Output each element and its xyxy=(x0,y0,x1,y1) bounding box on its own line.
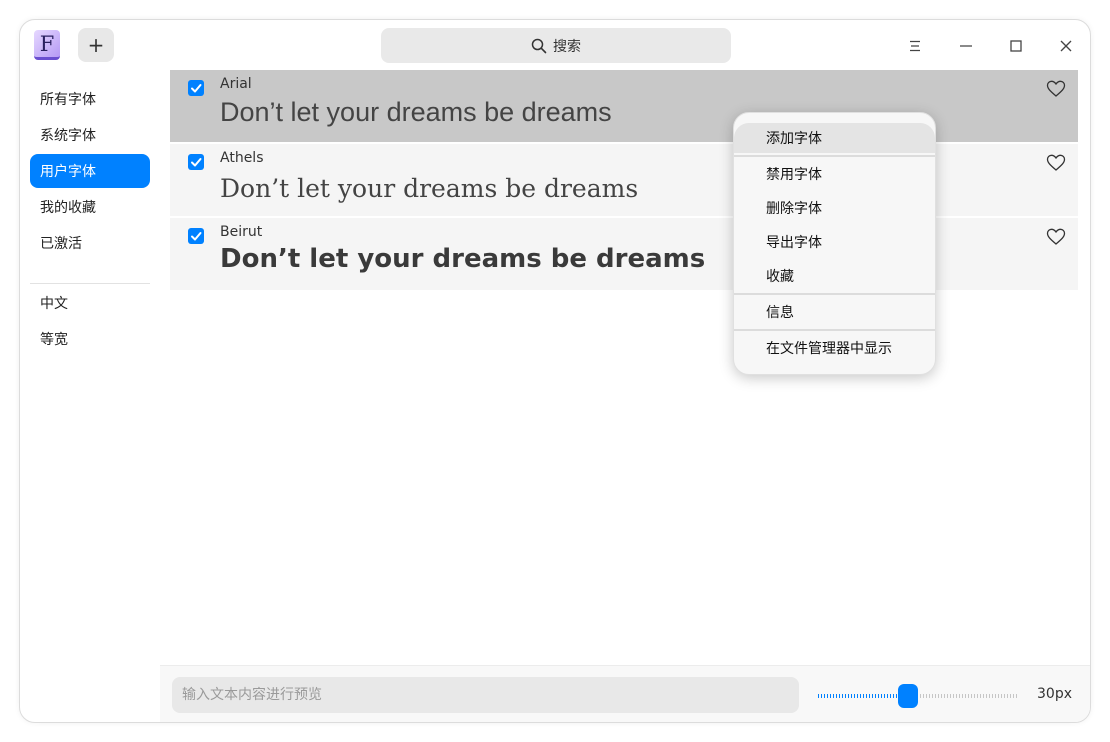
font-preview: Don’t let your dreams be dreams xyxy=(220,174,639,203)
menu-item-label: 删除字体 xyxy=(766,201,822,217)
bottom-bar: 30px xyxy=(160,665,1090,722)
minimize-icon xyxy=(960,45,972,47)
close-button[interactable] xyxy=(1052,32,1080,60)
sidebar-item-label: 我的收藏 xyxy=(40,200,96,216)
close-icon xyxy=(1060,40,1072,52)
search-icon xyxy=(531,38,547,53)
sidebar-divider xyxy=(30,283,150,284)
preview-text-input[interactable] xyxy=(172,677,799,713)
menu-item-show-in-file-manager[interactable]: 在文件管理器中显示 xyxy=(734,333,935,363)
app-icon-letter: F xyxy=(39,31,55,56)
minimize-button[interactable] xyxy=(952,32,980,60)
sidebar-item-all-fonts[interactable]: 所有字体 xyxy=(30,82,150,116)
sidebar-item-label: 中文 xyxy=(40,296,68,312)
checkbox-check-icon xyxy=(191,158,202,167)
font-preview: Don’t let your dreams be dreams xyxy=(220,97,612,127)
font-row-athels[interactable]: Athels Don’t let your dreams be dreams xyxy=(170,144,1078,216)
search-box[interactable]: 搜索 xyxy=(381,28,731,63)
sidebar-item-label: 所有字体 xyxy=(40,92,96,108)
sidebar-item-label: 等宽 xyxy=(40,332,68,348)
font-name: Athels xyxy=(220,150,264,166)
menu-item-info[interactable]: 信息 xyxy=(734,297,935,327)
sidebar-item-label: 用户字体 xyxy=(40,164,96,180)
sidebar-item-system-fonts[interactable]: 系统字体 xyxy=(30,118,150,152)
menu-item-delete-font[interactable]: 删除字体 xyxy=(734,193,935,223)
maximize-button[interactable] xyxy=(1002,32,1030,60)
app-window: F + 搜索 所有字体 系统字体 用户字体 我的收藏 已激活 中文 等宽 Ari… xyxy=(19,19,1091,723)
sidebar-item-monospace[interactable]: 等宽 xyxy=(30,322,150,356)
menu-item-favorite[interactable]: 收藏 xyxy=(734,261,935,291)
main-menu-button[interactable] xyxy=(901,32,929,60)
maximize-icon xyxy=(1010,40,1022,52)
menu-separator xyxy=(734,155,935,157)
sidebar-item-favorites[interactable]: 我的收藏 xyxy=(30,190,150,224)
menu-item-export-font[interactable]: 导出字体 xyxy=(734,227,935,257)
search-label: 搜索 xyxy=(553,38,581,55)
sidebar-item-chinese[interactable]: 中文 xyxy=(30,286,150,320)
menu-item-label: 导出字体 xyxy=(766,235,822,251)
font-enable-checkbox[interactable] xyxy=(188,154,204,170)
menu-separator xyxy=(734,293,935,295)
add-font-button-label: + xyxy=(87,33,105,57)
sidebar: 所有字体 系统字体 用户字体 我的收藏 已激活 中文 等宽 xyxy=(20,72,160,722)
font-enable-checkbox[interactable] xyxy=(188,228,204,244)
add-font-button[interactable]: + xyxy=(78,28,114,62)
titlebar: F + 搜索 xyxy=(20,20,1090,72)
sidebar-item-label: 系统字体 xyxy=(40,128,96,144)
hamburger-icon xyxy=(910,40,920,52)
context-menu: 添加字体 禁用字体 删除字体 导出字体 收藏 信息 在文件管理器中显示 xyxy=(733,112,936,375)
menu-item-add-font[interactable]: 添加字体 xyxy=(734,123,935,153)
menu-item-label: 禁用字体 xyxy=(766,167,822,183)
menu-item-label: 添加字体 xyxy=(766,131,822,147)
menu-item-label: 信息 xyxy=(766,305,794,321)
sidebar-item-activated[interactable]: 已激活 xyxy=(30,226,150,260)
font-row-beirut[interactable]: Beirut Don’t let your dreams be dreams xyxy=(170,218,1078,290)
slider-thumb[interactable] xyxy=(898,684,918,708)
font-preview: Don’t let your dreams be dreams xyxy=(220,244,706,274)
font-enable-checkbox[interactable] xyxy=(188,80,204,96)
heart-icon[interactable] xyxy=(1046,153,1066,173)
font-name: Beirut xyxy=(220,224,263,240)
font-name: Arial xyxy=(220,76,252,92)
checkbox-check-icon xyxy=(191,84,202,93)
sidebar-item-user-fonts[interactable]: 用户字体 xyxy=(30,154,150,188)
font-row-arial[interactable]: Arial Don’t let your dreams be dreams xyxy=(170,70,1078,142)
menu-item-label: 在文件管理器中显示 xyxy=(766,341,892,357)
font-size-label: 30px xyxy=(1037,686,1072,702)
sidebar-item-label: 已激活 xyxy=(40,236,82,252)
checkbox-check-icon xyxy=(191,232,202,241)
app-icon: F xyxy=(34,30,60,60)
slider-fill xyxy=(818,694,908,698)
menu-item-disable-font[interactable]: 禁用字体 xyxy=(734,159,935,189)
menu-separator xyxy=(734,329,935,331)
menu-item-label: 收藏 xyxy=(766,269,794,285)
font-size-slider[interactable] xyxy=(818,684,1018,708)
heart-icon[interactable] xyxy=(1046,227,1066,247)
heart-icon[interactable] xyxy=(1046,79,1066,99)
